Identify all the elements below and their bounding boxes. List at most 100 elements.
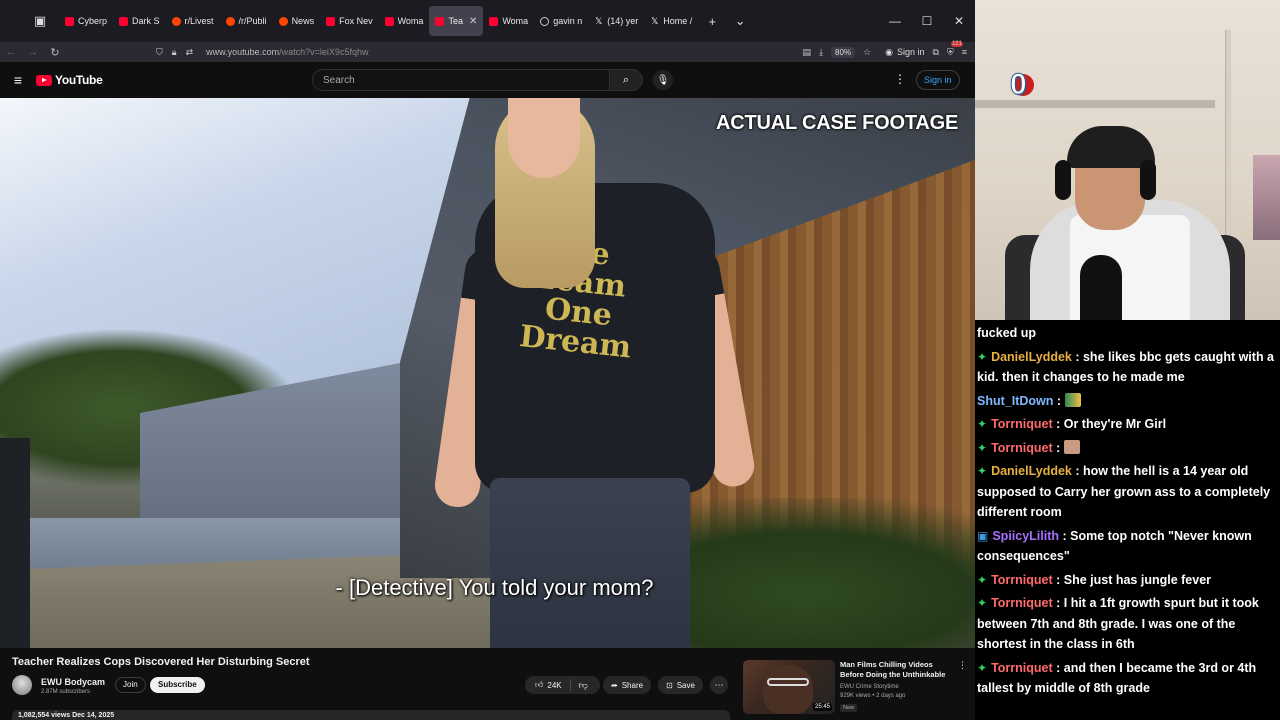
chat-username[interactable]: Torrniquet bbox=[991, 417, 1053, 431]
nav-bar: ← → ↻ ⛉ 🔒︎ ⇄ www.youtube.com/watch?v=lei… bbox=[0, 40, 975, 62]
tab-9[interactable]: gavin n bbox=[534, 6, 588, 36]
share-button[interactable]: ➦ Share bbox=[603, 676, 652, 694]
thumbnail-glasses bbox=[767, 678, 809, 686]
recommended-video[interactable]: 25:45 Man Films Chilling Videos Before D… bbox=[743, 660, 968, 716]
forward-icon[interactable]: → bbox=[22, 46, 44, 58]
kick-platform-icon: ✦ bbox=[977, 464, 988, 478]
tab-1[interactable]: Dark S bbox=[113, 6, 166, 36]
chat-text: : She just has jungle fever bbox=[1052, 572, 1212, 587]
recommended-thumbnail[interactable]: 25:45 bbox=[743, 660, 835, 714]
chat-message: ✦ DanielLyddek : how the hell is a 14 yea… bbox=[977, 461, 1278, 523]
browser-signin[interactable]: ◉ Sign in bbox=[885, 47, 924, 58]
guide-menu-icon[interactable]: ≡ bbox=[0, 72, 36, 88]
url-text[interactable]: www.youtube.com/watch?v=leiX9c5fqhw bbox=[206, 47, 368, 57]
chat-username[interactable]: Torrniquet bbox=[991, 441, 1053, 455]
more-options-icon[interactable]: ⋮ bbox=[894, 72, 906, 86]
lock-icon[interactable]: 🔒︎ bbox=[172, 47, 177, 58]
chat-message: ✦ Torrniquet : I hit a 1ft growth spurt b… bbox=[977, 593, 1278, 655]
video-title: Teacher Realizes Cops Discovered Her Dis… bbox=[12, 656, 310, 668]
tab-7[interactable]: Tea ✕ bbox=[429, 6, 484, 36]
youtube-favicon-icon bbox=[384, 16, 394, 26]
tab-bar: ▣ Cyberp Dark S r/Livest/r/Publi News Fox Ne… bbox=[0, 0, 975, 42]
twitch-platform-icon: ▣ bbox=[977, 528, 989, 543]
extensions-icon[interactable]: ⧉ bbox=[933, 47, 939, 58]
tab-6[interactable]: Woma bbox=[379, 6, 430, 36]
recommended-title[interactable]: Man Films Chilling Videos Before Doing t… bbox=[840, 660, 952, 680]
tab-8[interactable]: Woma bbox=[483, 6, 534, 36]
chat-username[interactable]: SpiicyLilith bbox=[992, 529, 1059, 543]
channel-avatar[interactable] bbox=[12, 675, 32, 695]
tab-0[interactable]: Cyberp bbox=[59, 6, 113, 36]
extension-count: 121 bbox=[950, 40, 963, 47]
kick-platform-icon: ✦ bbox=[977, 660, 988, 675]
tab-5[interactable]: Fox Nev bbox=[320, 6, 379, 36]
chat-username[interactable]: Torrniquet bbox=[991, 573, 1053, 587]
reader-view-icon[interactable]: ▤ bbox=[803, 47, 812, 58]
case-footage-label: ACTUAL CASE FOOTAGE bbox=[716, 112, 959, 134]
reddit-favicon-icon bbox=[225, 16, 235, 26]
reload-icon[interactable]: ↻ bbox=[44, 46, 66, 59]
tab-strip: Cyberp Dark S r/Livest/r/Publi News Fox Nev W… bbox=[59, 4, 698, 38]
permissions-icon[interactable]: ⇄ bbox=[186, 47, 194, 58]
tab-label: Tea bbox=[448, 16, 463, 26]
extension-badge-icon[interactable]: ⛨ 121 bbox=[947, 40, 963, 58]
video-player[interactable]: We Team One Dream bbox=[0, 98, 975, 648]
account-icon: ◉ bbox=[885, 46, 893, 57]
more-actions-icon[interactable]: ⋯ bbox=[710, 676, 728, 694]
thumbs-up-icon: 👍︎ bbox=[535, 680, 544, 689]
search-icon[interactable]: ⌕ bbox=[609, 69, 643, 91]
app-menu-icon[interactable]: ≡ bbox=[962, 47, 967, 57]
shield-icon[interactable]: ⛉ bbox=[156, 47, 163, 58]
tab-list-icon[interactable]: ▣ bbox=[25, 6, 55, 36]
tab-4[interactable]: News bbox=[273, 6, 321, 36]
tab-3[interactable]: /r/Publi bbox=[220, 6, 273, 36]
video-caption: - [Detective] You told your mom? bbox=[335, 575, 654, 600]
maximize-icon[interactable]: ☐ bbox=[911, 14, 943, 28]
zoom-level[interactable]: 80% bbox=[831, 46, 856, 58]
youtube-logo[interactable]: YouTube bbox=[36, 73, 103, 87]
tab-label: gavin n bbox=[553, 16, 583, 26]
tab-label: Home / bbox=[663, 16, 693, 26]
subscribe-button[interactable]: Subscribe bbox=[150, 677, 205, 693]
tab-11[interactable]: 𝕏 Home / bbox=[644, 6, 698, 36]
dislike-button[interactable]: 👎︎ bbox=[571, 680, 596, 691]
tab-label: r/Livest bbox=[184, 16, 214, 26]
chat-username[interactable]: Torrniquet bbox=[991, 596, 1053, 610]
chat-message: ✦ Torrniquet : Or they're Mr Girl bbox=[977, 414, 1278, 435]
search-input[interactable]: Search bbox=[312, 69, 610, 91]
channel-name[interactable]: EWU Bodycam bbox=[41, 677, 105, 687]
youtube-favicon-icon bbox=[435, 16, 445, 26]
chat-username[interactable]: Shut_ItDown bbox=[977, 394, 1053, 408]
recommended-more-icon[interactable]: ⋮ bbox=[958, 660, 967, 671]
bookmark-star-icon[interactable]: ☆ bbox=[863, 47, 871, 58]
kick-platform-icon: ✦ bbox=[977, 440, 988, 455]
chat-username[interactable]: Torrniquet bbox=[991, 661, 1053, 675]
close-tab-icon[interactable]: ✕ bbox=[469, 16, 477, 27]
youtube-signin-button[interactable]: Sign in bbox=[916, 70, 960, 90]
like-dislike-group: 👍︎ 24K 👎︎ bbox=[525, 676, 600, 694]
save-button[interactable]: ⊡ Save bbox=[658, 676, 703, 694]
nav-right: ▤ ⤓ 80% ☆ ◉ Sign in ⧉ ⛨ 121 ≡ bbox=[803, 40, 975, 58]
chat-message: ✦ Torrniquet : She just has jungle fever bbox=[977, 570, 1278, 591]
chat-username[interactable]: DanielLyddek bbox=[991, 464, 1072, 478]
chat-username[interactable]: DanielLyddek bbox=[991, 350, 1072, 364]
person-face bbox=[508, 98, 580, 178]
back-icon[interactable]: ← bbox=[0, 46, 22, 58]
microphone-icon[interactable]: 🎙︎ bbox=[653, 70, 673, 90]
close-window-icon[interactable]: ✕ bbox=[943, 14, 975, 28]
minimize-icon[interactable]: — bbox=[879, 14, 911, 28]
tab-2[interactable]: r/Livest bbox=[166, 6, 220, 36]
tab-overflow-chevron-icon[interactable]: ⌄ bbox=[726, 13, 754, 29]
new-tab-icon[interactable]: + bbox=[698, 14, 726, 29]
bookmark-icon: ⊡ bbox=[666, 680, 673, 690]
recommended-channel: EWU Crime Storytime bbox=[840, 684, 899, 690]
url-bar[interactable]: ⛉ 🔒︎ ⇄ www.youtube.com/watch?v=leiX9c5fq… bbox=[156, 47, 368, 58]
like-button[interactable]: 👍︎ 24K bbox=[525, 679, 571, 691]
join-button[interactable]: Join bbox=[115, 677, 146, 693]
download-page-icon[interactable]: ⤓ bbox=[819, 47, 823, 58]
tab-10[interactable]: 𝕏 (14) yer bbox=[588, 6, 644, 36]
share-icon: ➦ bbox=[611, 680, 618, 690]
video-duration: 25:45 bbox=[812, 703, 832, 711]
youtube-favicon-icon bbox=[489, 16, 499, 26]
views-and-date[interactable]: 1,082,554 views Dec 14, 2025 bbox=[12, 710, 730, 720]
